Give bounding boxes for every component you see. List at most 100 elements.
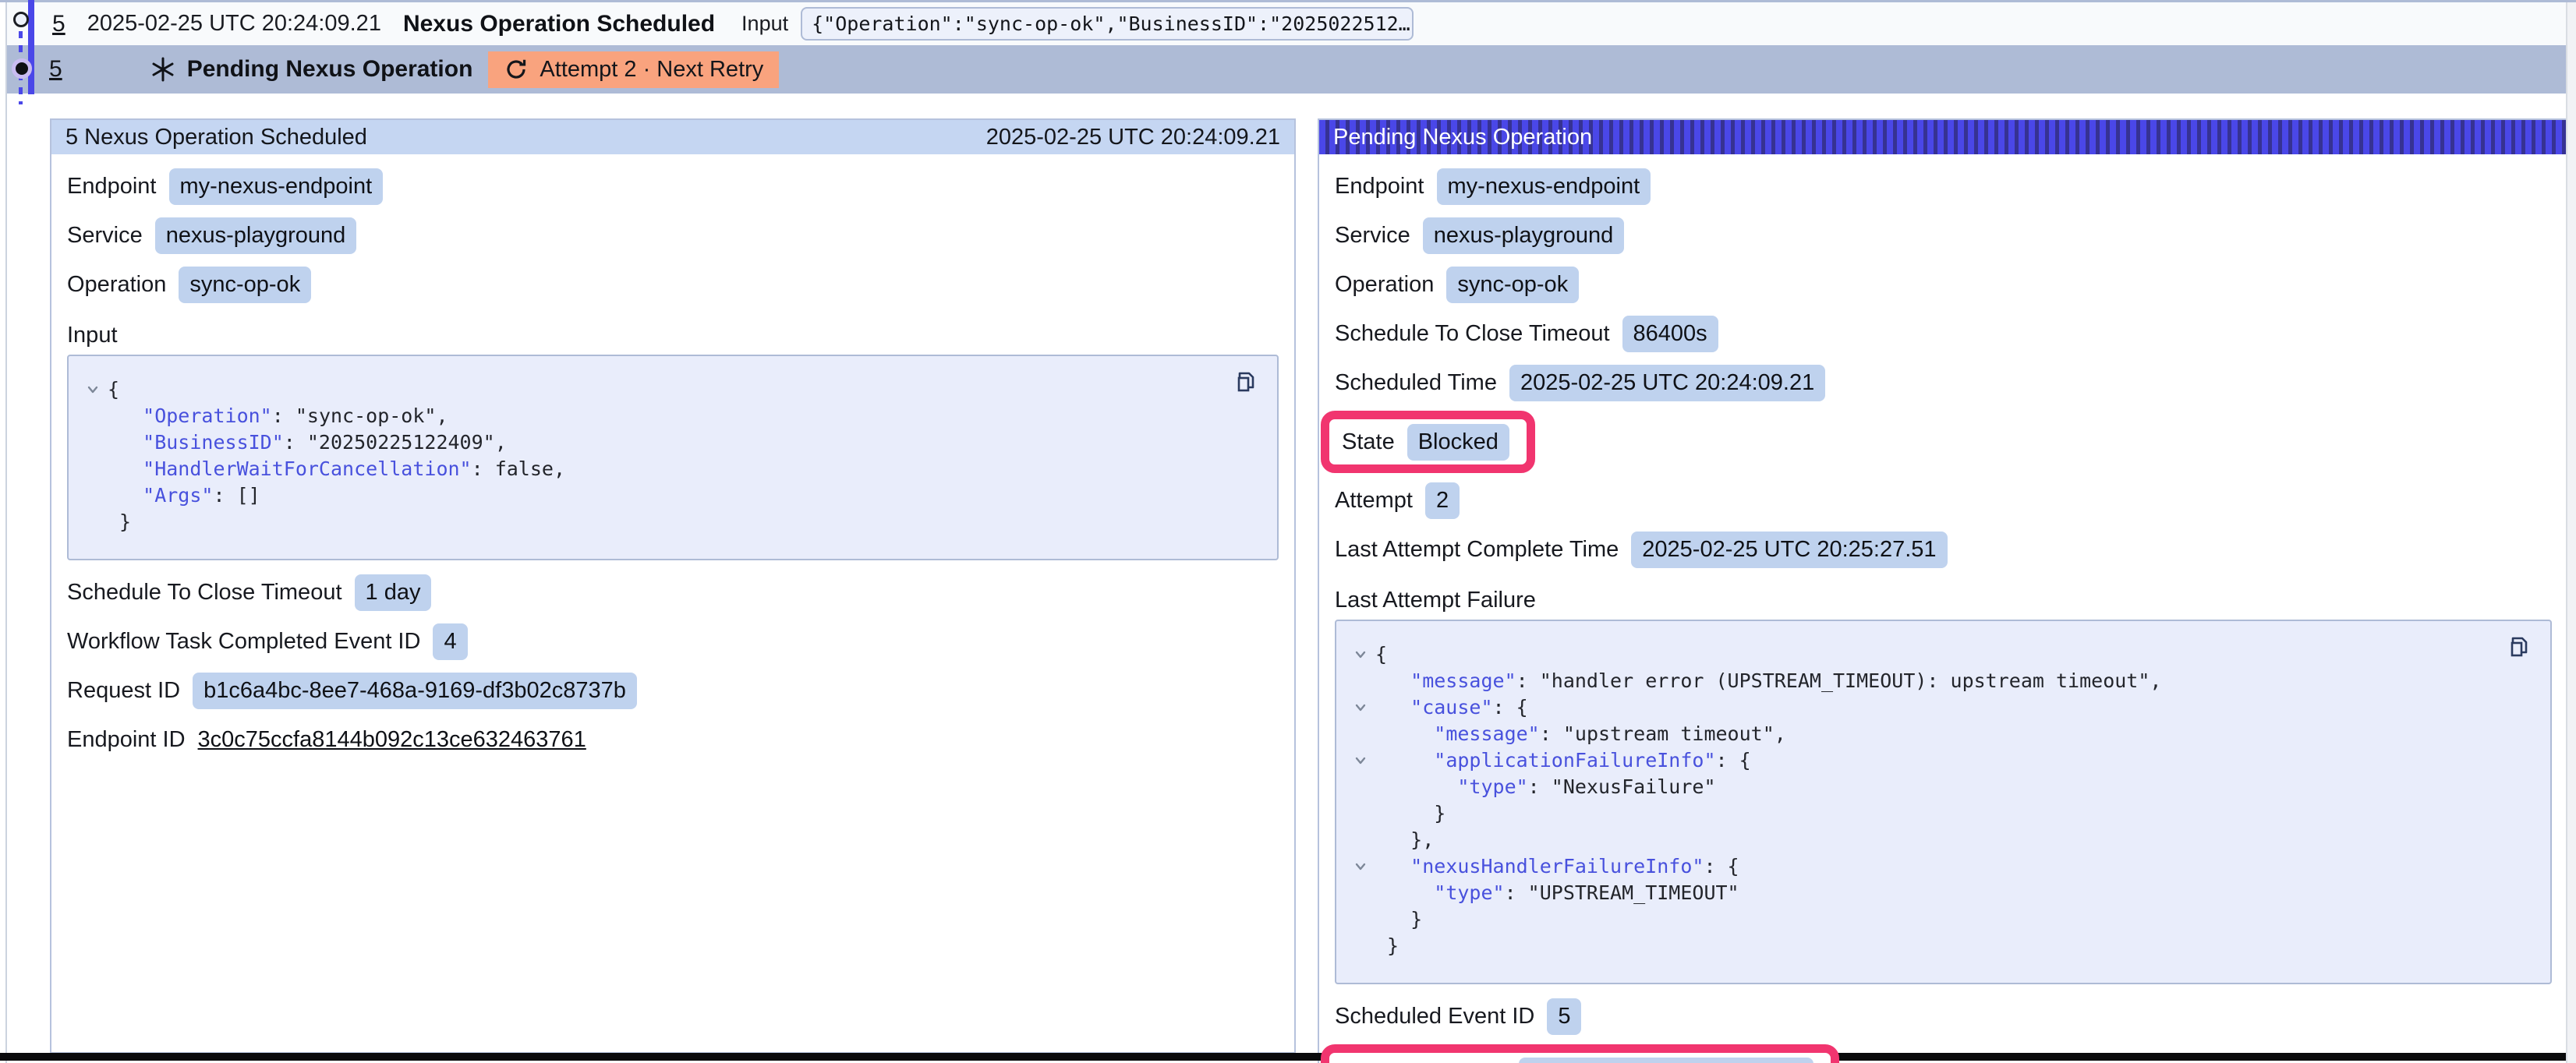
json-line-text: "type": "NexusFailure"	[1375, 774, 1716, 800]
field-row-state: StateBlocked	[1342, 419, 1509, 464]
asterisk-icon	[150, 56, 176, 83]
field-row-blocked-reason: Blocked ReasonThe circuit breaker is ope…	[1342, 1053, 1813, 1063]
collapse-toggle[interactable]	[1346, 747, 1375, 774]
chevron-down-icon	[1352, 858, 1369, 875]
json-line: }	[1346, 906, 2535, 933]
json-line-text: "Operation": "sync-op-ok",	[108, 403, 448, 429]
json-line: "message": "upstream timeout",	[1346, 721, 2535, 747]
json-line-text: "type": "UPSTREAM_TIMEOUT"	[1375, 880, 1739, 906]
json-line-text: }	[108, 509, 131, 535]
field-value-last-attempt-complete-time-chip: 2025-02-25 UTC 20:25:27.51	[1631, 532, 1947, 568]
copy-button[interactable]	[2503, 634, 2535, 665]
field-label-service: Service	[67, 223, 143, 249]
field-row-workflow-task-completed-event-id: Workflow Task Completed Event ID4	[67, 617, 1279, 666]
gutter	[1346, 721, 1375, 747]
chevron-down-icon	[1352, 752, 1369, 769]
event-id-link[interactable]: 5	[49, 56, 62, 83]
field-value-endpoint-id-link[interactable]: 3c0c75ccfa8144b092c13ce632463761	[198, 727, 586, 753]
field-label-scheduled-event-id: Scheduled Event ID	[1335, 1004, 1534, 1029]
field-row-scheduled-event-id: Scheduled Event ID 5	[1335, 992, 2552, 1041]
field-row-last-attempt-complete-time: Last Attempt Complete Time 2025-02-25 UTC…	[1335, 525, 2552, 574]
copy-button[interactable]	[1230, 369, 1261, 400]
field-label-endpoint-id: Endpoint ID	[67, 727, 186, 753]
field-value-endpoint-chip: my-nexus-endpoint	[169, 168, 384, 205]
input-section-label: Input	[67, 309, 1279, 351]
json-line-text: "BusinessID": "20250225122409",	[108, 429, 507, 456]
json-line-text: "message": "upstream timeout",	[1375, 721, 1786, 747]
field-label-operation: Operation	[1335, 272, 1434, 298]
field-value-scheduled-event-id-chip: 5	[1547, 998, 1581, 1035]
failure-json-viewer: { "message": "handler error (UPSTREAM_TI…	[1335, 620, 2552, 984]
highlight-annotation-state: StateBlocked	[1321, 411, 1535, 473]
scrollbar[interactable]	[2566, 2, 2576, 1063]
gutter	[1346, 880, 1375, 906]
json-line: "HandlerWaitForCancellation": false,	[78, 456, 1261, 482]
event-row-pending-nexus-operation[interactable]: 5 Pending Nexus Operation Attempt 2 · Ne…	[7, 45, 2570, 94]
field-row-service: Servicenexus-playground	[67, 211, 1279, 260]
retry-arrow-icon	[504, 57, 529, 82]
field-label-last-attempt-complete-time: Last Attempt Complete Time	[1335, 537, 1619, 563]
json-line: "Operation": "sync-op-ok",	[78, 403, 1261, 429]
field-label-schedule-to-close-timeout: Schedule To Close Timeout	[1335, 321, 1610, 347]
input-preview-chip: {"Operation":"sync-op-ok","BusinessID":"…	[801, 7, 1414, 41]
circle-outline-icon	[13, 12, 29, 27]
json-line: "nexusHandlerFailureInfo": {	[1346, 853, 2535, 880]
field-row-request-id: Request IDb1c6a4bc-8ee7-468a-9169-df3b02…	[67, 666, 1279, 715]
json-line-text: {	[1375, 641, 1387, 668]
json-line: }	[78, 509, 1261, 535]
json-line: "applicationFailureInfo": {	[1346, 747, 2535, 774]
collapse-toggle[interactable]	[1346, 694, 1375, 721]
field-value-schedule-to-close-timeout-chip: 1 day	[355, 574, 432, 611]
event-id-link[interactable]: 5	[52, 11, 65, 37]
json-line-text: "HandlerWaitForCancellation": false,	[108, 456, 565, 482]
event-timestamp: 2025-02-25 UTC 20:24:09.21	[87, 11, 381, 37]
event-row-nexus-operation-scheduled[interactable]: 5 2025-02-25 UTC 20:24:09.21 Nexus Opera…	[7, 2, 2570, 45]
pending-event-title: Pending Nexus Operation	[187, 56, 473, 83]
json-line-text: "message": "handler error (UPSTREAM_TIME…	[1375, 668, 2161, 694]
json-line: }	[1346, 800, 2535, 827]
last-attempt-failure-label: Last Attempt Failure	[1335, 574, 2552, 616]
panel-header-title: 5 Nexus Operation Scheduled	[65, 125, 367, 150]
dot-icon	[12, 58, 32, 79]
field-label-endpoint: Endpoint	[67, 174, 157, 200]
left-edge-border	[5, 2, 7, 1063]
input-label: Input	[741, 12, 788, 36]
field-row-operation: Operationsync-op-ok	[67, 260, 1279, 309]
json-line: },	[1346, 827, 2535, 853]
json-line-text: },	[1375, 827, 1434, 853]
json-line: "type": "NexusFailure"	[1346, 774, 2535, 800]
event-title: Nexus Operation Scheduled	[403, 11, 715, 37]
field-label-schedule-to-close-timeout: Schedule To Close Timeout	[67, 580, 342, 606]
field-label-state: State	[1342, 429, 1395, 455]
field-row-endpoint: Endpoint my-nexus-endpoint	[67, 162, 1279, 211]
field-value-endpoint-chip: my-nexus-endpoint	[1437, 168, 1651, 205]
gutter	[1346, 800, 1375, 827]
collapse-toggle[interactable]	[1346, 853, 1375, 880]
scheduled-event-panel-header: 5 Nexus Operation Scheduled 2025-02-25 U…	[51, 120, 1294, 154]
pending-panel-header: Pending Nexus Operation	[1319, 120, 2567, 154]
field-label-endpoint: Endpoint	[1335, 174, 1424, 200]
json-line-text: "nexusHandlerFailureInfo": {	[1375, 853, 1739, 880]
field-row-schedule-to-close-timeout: Schedule To Close Timeout86400s	[1335, 309, 2552, 358]
collapse-toggle[interactable]	[1346, 641, 1375, 668]
field-row-endpoint-id: Endpoint ID 3c0c75ccfa8144b092c13ce632463…	[67, 715, 1279, 765]
field-row-operation: Operationsync-op-ok	[1335, 260, 2552, 309]
copy-icon	[2503, 634, 2535, 665]
json-line: "cause": {	[1346, 694, 2535, 721]
gutter	[1346, 933, 1375, 959]
collapse-toggle[interactable]	[78, 376, 108, 403]
json-line-text: "cause": {	[1375, 694, 1528, 721]
gutter	[78, 509, 108, 535]
chevron-down-icon	[1352, 699, 1369, 716]
workflow-event-history-screen: 5 2025-02-25 UTC 20:24:09.21 Nexus Opera…	[0, 0, 2576, 1063]
field-label-operation: Operation	[67, 272, 166, 298]
json-line: "BusinessID": "20250225122409",	[78, 429, 1261, 456]
timeline-active-bar	[28, 0, 34, 94]
field-row-scheduled-time: Scheduled Time2025-02-25 UTC 20:24:09.21	[1335, 358, 2552, 408]
field-label-workflow-task-completed-event-id: Workflow Task Completed Event ID	[67, 629, 420, 655]
chevron-down-icon	[1352, 646, 1369, 663]
json-line-text: }	[1375, 933, 1399, 959]
field-row-attempt: Attempt2	[1335, 476, 2552, 525]
field-value-scheduled-time-chip: 2025-02-25 UTC 20:24:09.21	[1509, 365, 1825, 401]
field-value-service-chip: nexus-playground	[1423, 217, 1625, 254]
